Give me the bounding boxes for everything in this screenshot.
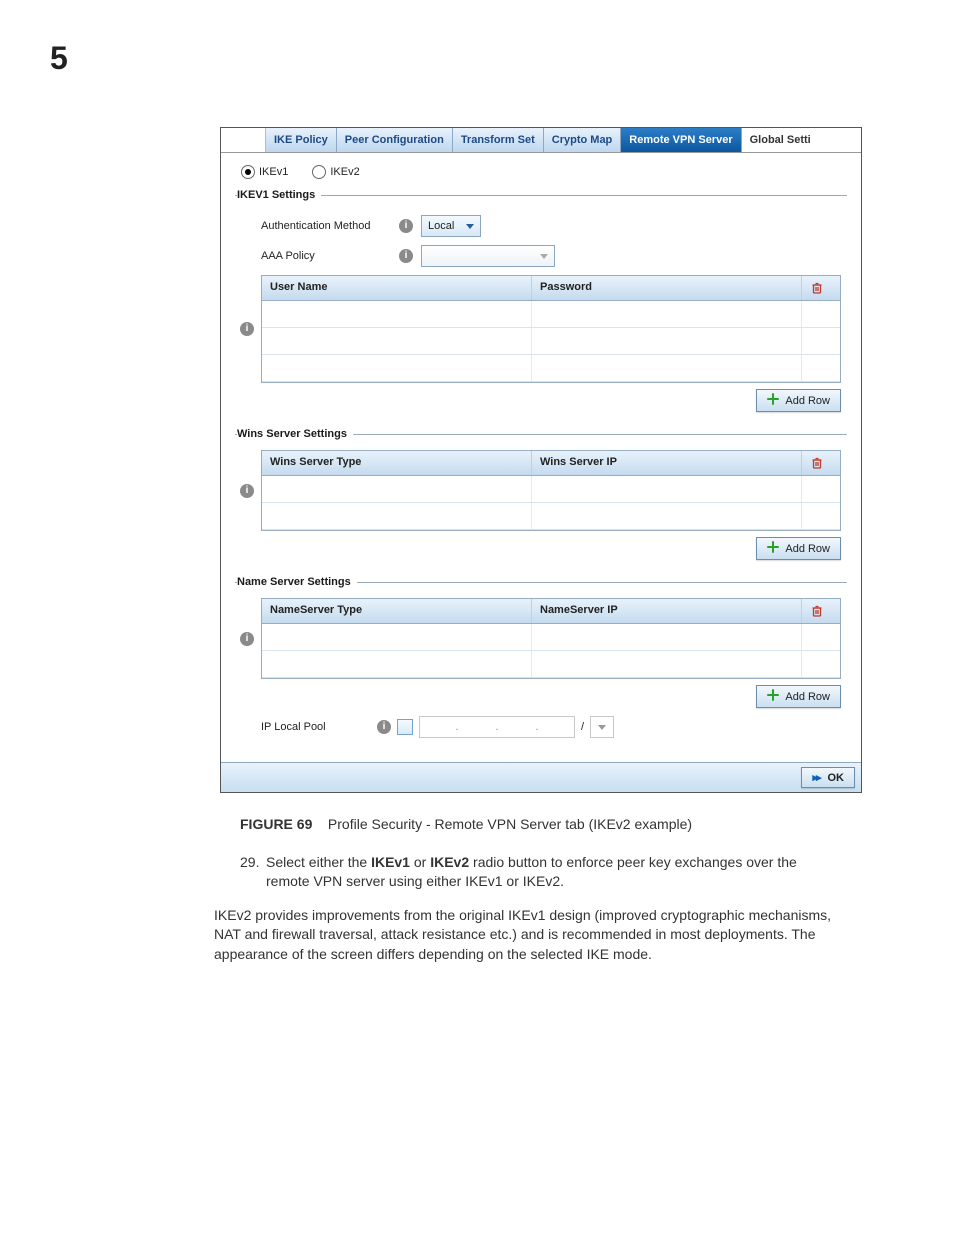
table-row[interactable] (262, 301, 840, 328)
table-row[interactable] (262, 503, 840, 530)
step-number: 29. (240, 853, 266, 892)
table-row[interactable] (262, 651, 840, 678)
screenshot-panel: IKE Policy Peer Configuration Transform … (220, 127, 862, 793)
users-col-username: User Name (262, 276, 532, 300)
radio-ikev2-label: IKEv2 (330, 166, 359, 178)
tab-transform-set[interactable]: Transform Set (453, 128, 544, 152)
tab-remote-vpn-server[interactable]: Remote VPN Server (621, 128, 741, 152)
section-name-legend: Name Server Settings (237, 576, 357, 588)
info-icon[interactable]: i (377, 720, 391, 734)
info-icon[interactable]: i (240, 632, 254, 646)
ip-local-pool-input[interactable]: . . . (419, 716, 575, 738)
add-row-button[interactable]: Add Row (756, 537, 841, 560)
aaa-policy-select[interactable] (421, 245, 555, 267)
figure-caption-text: Profile Security - Remote VPN Server tab… (328, 816, 692, 832)
section-ikev1-legend: IKEV1 Settings (237, 189, 321, 201)
section-ikev1-settings: IKEV1 Settings Authentication Method i L… (235, 189, 847, 420)
document-body: FIGURE 69 Profile Security - Remote VPN … (240, 815, 844, 965)
chevron-down-icon (466, 224, 474, 229)
tab-global-settings[interactable]: Global Setti (742, 128, 819, 152)
name-col-ip: NameServer IP (532, 599, 802, 623)
add-row-label: Add Row (785, 691, 830, 703)
auth-method-select[interactable]: Local (421, 215, 481, 237)
info-icon[interactable]: i (399, 249, 413, 263)
paragraph: IKEv2 provides improvements from the ori… (214, 906, 844, 965)
add-row-button[interactable]: Add Row (756, 685, 841, 708)
radio-ikev1-label: IKEv1 (259, 166, 288, 178)
users-table: i User Name Password (261, 275, 841, 383)
fast-forward-icon: ▸▸ (812, 771, 819, 784)
auth-method-value: Local (428, 220, 454, 232)
table-row[interactable] (262, 328, 840, 355)
section-wins-settings: Wins Server Settings i Wins Server Type … (235, 428, 847, 568)
table-row[interactable] (262, 624, 840, 651)
auth-method-label: Authentication Method (261, 220, 391, 232)
ip-mask-select[interactable] (590, 716, 614, 738)
plus-icon (767, 393, 779, 408)
section-wins-legend: Wins Server Settings (237, 428, 353, 440)
info-icon[interactable]: i (240, 484, 254, 498)
ok-button[interactable]: ▸▸ OK (801, 767, 855, 788)
table-row[interactable] (262, 355, 840, 382)
add-row-label: Add Row (785, 395, 830, 407)
radio-ikev2[interactable]: IKEv2 (312, 165, 359, 179)
tab-spacer (221, 128, 266, 152)
page-number: 5 (50, 40, 904, 77)
tab-crypto-map[interactable]: Crypto Map (544, 128, 622, 152)
name-col-type: NameServer Type (262, 599, 532, 623)
footer-bar: ▸▸ OK (221, 762, 861, 792)
radio-ikev1[interactable]: IKEv1 (241, 165, 288, 179)
trash-icon[interactable] (810, 604, 832, 618)
info-icon[interactable]: i (240, 322, 254, 336)
add-row-label: Add Row (785, 543, 830, 555)
wins-col-delete (802, 451, 840, 475)
nameserver-table: i NameServer Type NameServer IP (261, 598, 841, 679)
aaa-policy-label: AAA Policy (261, 250, 391, 262)
users-col-delete (802, 276, 840, 300)
step-text: Select either the IKEv1 or IKEv2 radio b… (266, 853, 844, 892)
ip-local-pool-label: IP Local Pool (261, 721, 371, 733)
tab-ike-policy[interactable]: IKE Policy (266, 128, 337, 152)
trash-icon[interactable] (810, 281, 832, 295)
wins-col-type: Wins Server Type (262, 451, 532, 475)
plus-icon (767, 541, 779, 556)
ip-local-pool-checkbox[interactable] (397, 719, 413, 735)
tab-peer-configuration[interactable]: Peer Configuration (337, 128, 453, 152)
tab-bar: IKE Policy Peer Configuration Transform … (221, 128, 861, 153)
info-icon[interactable]: i (399, 219, 413, 233)
section-name-settings: Name Server Settings i NameServer Type N… (235, 576, 847, 742)
ip-mask-slash: / (581, 721, 584, 733)
users-col-password: Password (532, 276, 802, 300)
name-col-delete (802, 599, 840, 623)
wins-col-ip: Wins Server IP (532, 451, 802, 475)
ok-label: OK (828, 772, 845, 784)
add-row-button[interactable]: Add Row (756, 389, 841, 412)
table-row[interactable] (262, 476, 840, 503)
figure-number: FIGURE 69 (240, 816, 312, 832)
plus-icon (767, 689, 779, 704)
chevron-down-icon (540, 254, 548, 259)
trash-icon[interactable] (810, 456, 832, 470)
wins-table: i Wins Server Type Wins Server IP (261, 450, 841, 531)
